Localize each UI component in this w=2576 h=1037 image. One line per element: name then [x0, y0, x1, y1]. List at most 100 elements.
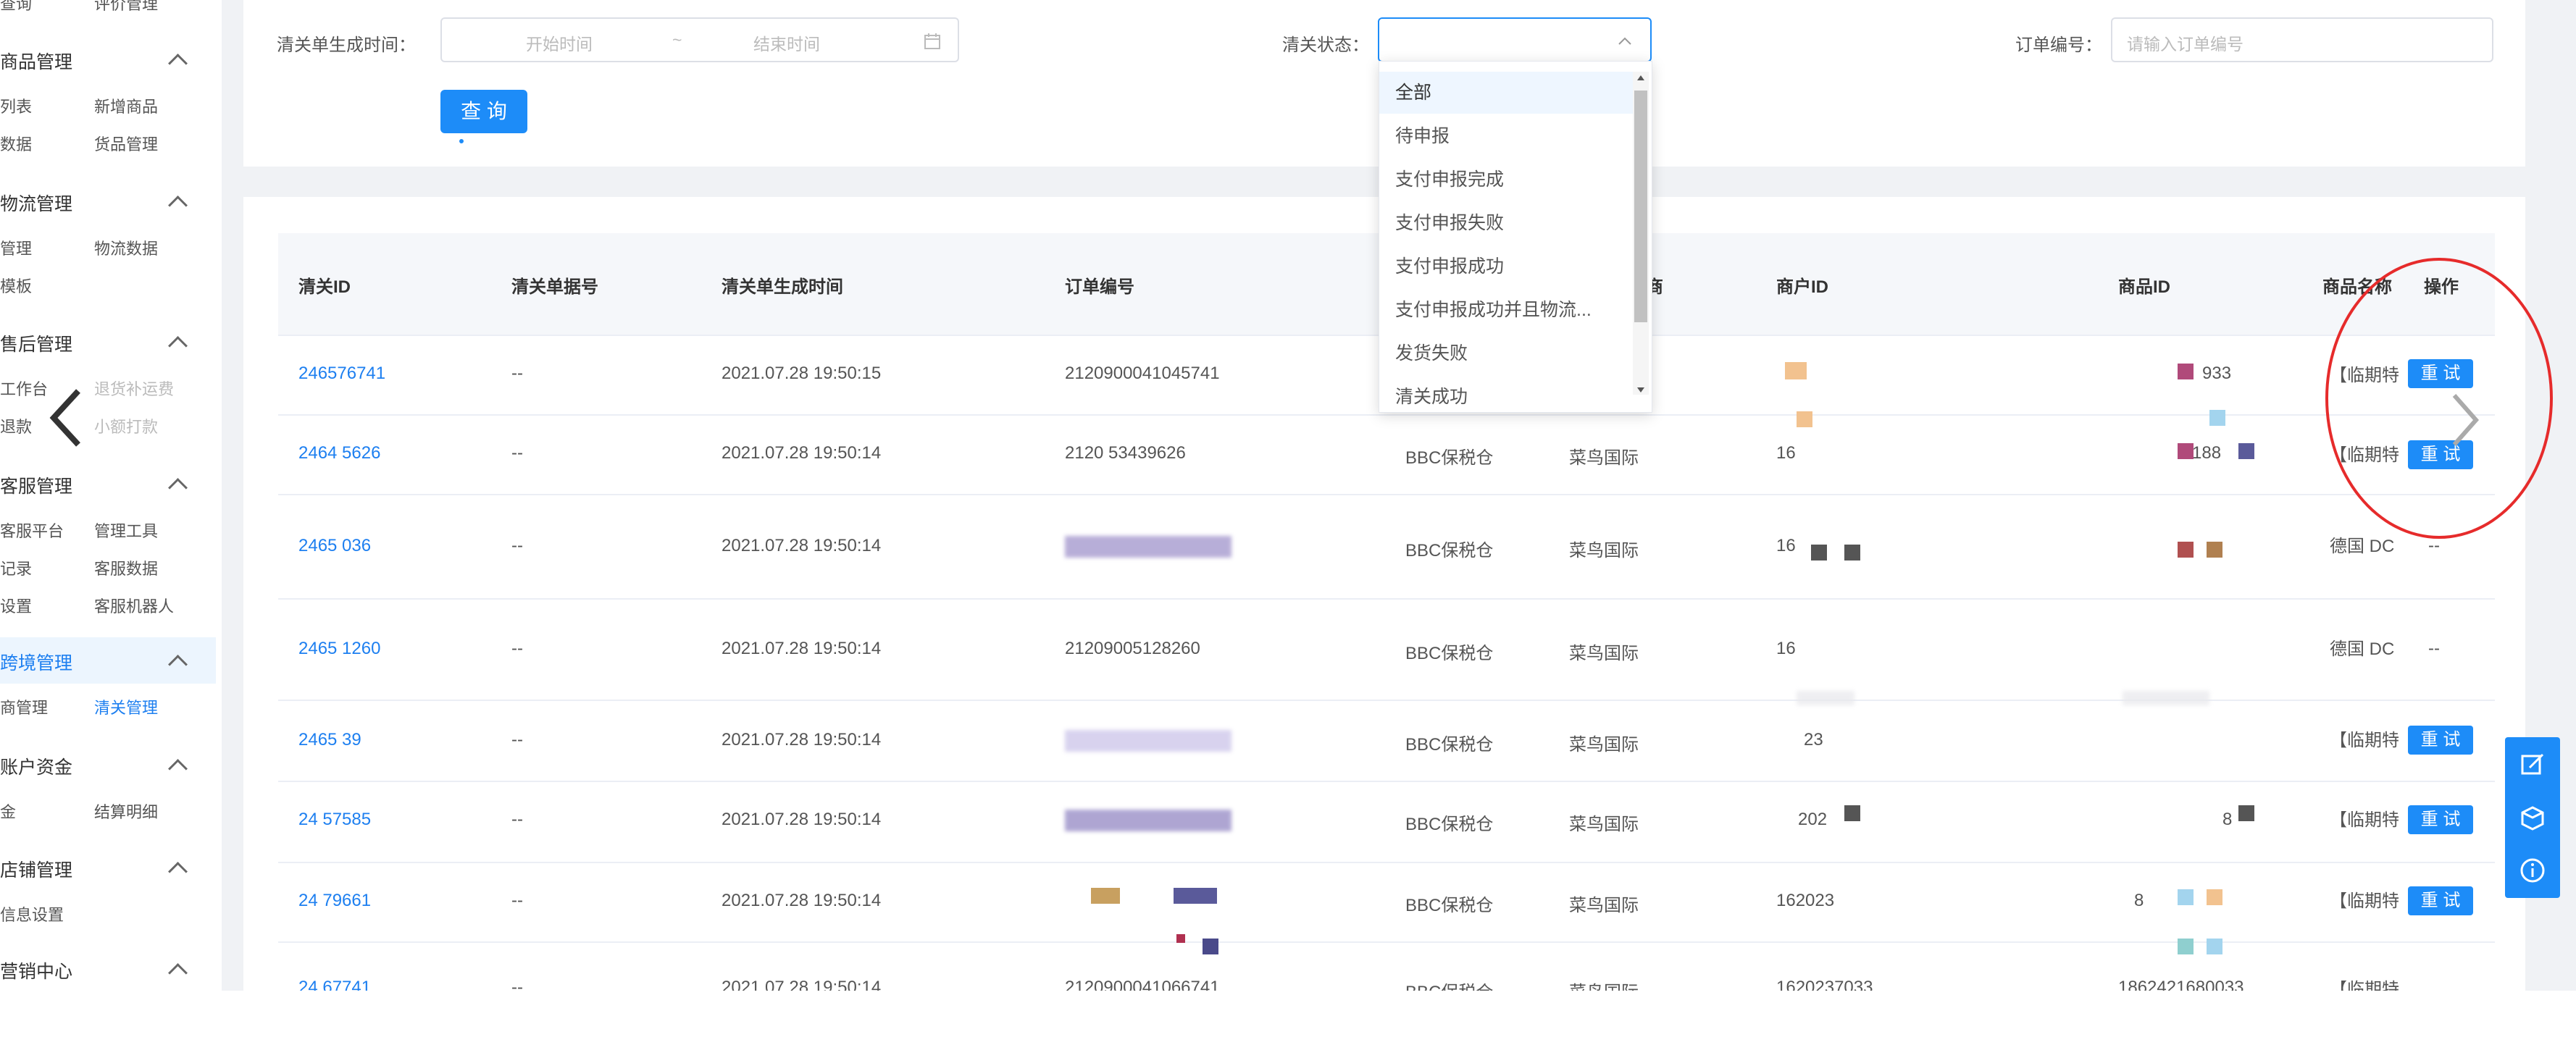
status-select[interactable] — [1378, 17, 1652, 62]
order-placeholder[interactable]: 请输入订单编号 — [2127, 30, 2243, 55]
cell-product-id: 8 — [2134, 891, 2144, 910]
sidebar-item[interactable]: 金 — [0, 799, 16, 823]
sidebar-item[interactable]: 结算明细 — [94, 799, 158, 823]
cube-icon[interactable] — [2518, 804, 2547, 833]
sidebar-item-review[interactable]: 评价管理 — [94, 0, 158, 14]
cell-time: 2021.07.28 19:50:14 — [722, 443, 882, 463]
sidebar-item-customs[interactable]: 清关管理 — [94, 695, 158, 718]
redaction-block — [2178, 939, 2194, 954]
status-option[interactable]: 支付申报成功并且物流... — [1379, 289, 1633, 331]
cell-time: 2021.07.28 19:50:14 — [722, 891, 882, 910]
chevron-up-icon[interactable] — [168, 336, 188, 356]
sidebar-group-account[interactable]: 账户资金 — [0, 753, 72, 779]
sidebar-item[interactable]: 客服数据 — [94, 556, 158, 579]
info-icon[interactable] — [2518, 856, 2547, 885]
retry-button[interactable]: 重 试 — [2408, 886, 2473, 915]
retry-button[interactable]: 重 试 — [2408, 805, 2473, 834]
status-option[interactable]: 全部 — [1379, 72, 1633, 114]
sidebar-group-crossborder[interactable]: 跨境管理 — [0, 649, 72, 675]
retry-button[interactable]: 重 试 — [2408, 726, 2473, 755]
cell-doc: -- — [511, 730, 523, 750]
th-merchant-id: 商户ID — [1776, 277, 1828, 297]
sidebar-group-aftersale[interactable]: 售后管理 — [0, 330, 72, 356]
sidebar-item[interactable]: 记录 — [0, 556, 32, 579]
order-input[interactable]: 请输入订单编号 — [2111, 17, 2493, 62]
end-time-placeholder[interactable]: 结束时间 — [753, 30, 820, 55]
cell-name: 德国 DC — [2330, 639, 2395, 659]
cell-warehouse: BBC保税仓 — [1405, 448, 1494, 468]
sidebar-item[interactable]: 新增商品 — [94, 94, 158, 117]
chevron-up-icon[interactable] — [1617, 33, 1633, 49]
sidebar-item[interactable]: 小额打款 — [94, 414, 158, 437]
cell-id[interactable]: 2464 5626 — [298, 443, 380, 463]
sidebar-item[interactable]: 设置 — [0, 594, 32, 617]
chevron-left-icon[interactable] — [48, 385, 84, 450]
annotation-ellipse — [2325, 258, 2553, 539]
sidebar-item[interactable]: 工作台 — [0, 377, 48, 400]
status-option[interactable]: 支付申报成功 — [1379, 245, 1633, 287]
status-option[interactable]: 支付申报失败 — [1379, 202, 1633, 244]
query-button[interactable]: 查 询 — [440, 90, 527, 133]
sidebar-group-service[interactable]: 客服管理 — [0, 472, 72, 498]
cell-merchant-id: 202 — [1798, 810, 1828, 829]
cell-id[interactable]: 24 57585 — [298, 810, 371, 830]
redaction-block — [2207, 542, 2222, 558]
sidebar-item[interactable]: 管理工具 — [94, 518, 158, 542]
redaction-block — [1065, 810, 1231, 831]
chevron-up-icon[interactable] — [168, 759, 188, 778]
sidebar-item[interactable]: 客服机器人 — [94, 594, 174, 617]
cell-name: 【临期特 — [2330, 891, 2399, 911]
chevron-up-icon[interactable] — [168, 54, 188, 73]
status-option[interactable]: 待申报 — [1379, 115, 1633, 157]
sidebar-item[interactable]: 管理 — [0, 236, 32, 259]
redaction-block — [2123, 691, 2209, 705]
calendar-icon[interactable] — [923, 32, 942, 51]
redaction-block — [2207, 889, 2222, 905]
sidebar-group-shop[interactable]: 店铺管理 — [0, 856, 72, 882]
cell-merchant: 菜鸟国际 — [1569, 896, 1639, 915]
chevron-up-icon[interactable] — [168, 478, 188, 497]
cell-warehouse: BBC保税仓 — [1405, 815, 1494, 834]
redaction-block — [1811, 545, 1827, 561]
cell-product-id: 933 — [2202, 364, 2232, 383]
redaction-block — [2178, 443, 2194, 459]
sidebar-group-marketing[interactable]: 营销中心 — [0, 957, 72, 983]
status-option[interactable]: 清关成功 — [1379, 376, 1633, 405]
sidebar-item[interactable]: 退货补运费 — [94, 377, 174, 400]
status-option[interactable]: 支付申报完成 — [1379, 159, 1633, 201]
dropdown-scrollbar-thumb[interactable] — [1634, 91, 1647, 322]
sidebar-item[interactable]: 信息设置 — [0, 902, 64, 925]
chevron-up-icon[interactable] — [168, 862, 188, 881]
sidebar-item[interactable]: 退款 — [0, 414, 32, 437]
status-option[interactable]: 发货失败 — [1379, 332, 1633, 374]
sidebar-item-query[interactable]: 查询 — [0, 0, 32, 14]
floating-toolbar — [2505, 737, 2560, 898]
cell-doc: -- — [511, 639, 523, 658]
cell-id[interactable]: 2465 036 — [298, 536, 371, 556]
row-divider — [278, 598, 2495, 600]
sidebar-group-logistics[interactable]: 物流管理 — [0, 190, 72, 216]
cell-id[interactable]: 2465 1260 — [298, 639, 380, 659]
sidebar-item[interactable]: 商管理 — [0, 695, 48, 718]
sidebar-item[interactable]: 数据 — [0, 132, 32, 155]
cell-id[interactable]: 246576741 — [298, 364, 385, 384]
scroll-down-icon[interactable] — [1636, 385, 1646, 395]
cell-id[interactable]: 2465 39 — [298, 730, 361, 750]
sidebar-item[interactable]: 列表 — [0, 94, 32, 117]
scroll-up-icon[interactable] — [1636, 73, 1646, 83]
sidebar-item[interactable]: 模板 — [0, 274, 32, 297]
sidebar-group-goods[interactable]: 商品管理 — [0, 48, 72, 74]
sidebar-item[interactable]: 物流数据 — [94, 236, 158, 259]
redaction-block — [1174, 888, 1217, 904]
date-range-input[interactable]: 开始时间 ~ 结束时间 — [440, 17, 959, 62]
chevron-up-icon[interactable] — [168, 963, 188, 983]
sidebar-item[interactable]: 货品管理 — [94, 132, 158, 155]
cell-id[interactable]: 24 79661 — [298, 891, 371, 911]
start-time-placeholder[interactable]: 开始时间 — [526, 30, 593, 55]
redaction-block — [2207, 939, 2222, 954]
sidebar-item[interactable]: 客服平台 — [0, 518, 64, 542]
chevron-up-icon[interactable] — [168, 196, 188, 215]
cell-time: 2021.07.28 19:50:14 — [722, 730, 882, 750]
cell-doc: -- — [511, 891, 523, 910]
edit-icon[interactable] — [2518, 750, 2547, 779]
